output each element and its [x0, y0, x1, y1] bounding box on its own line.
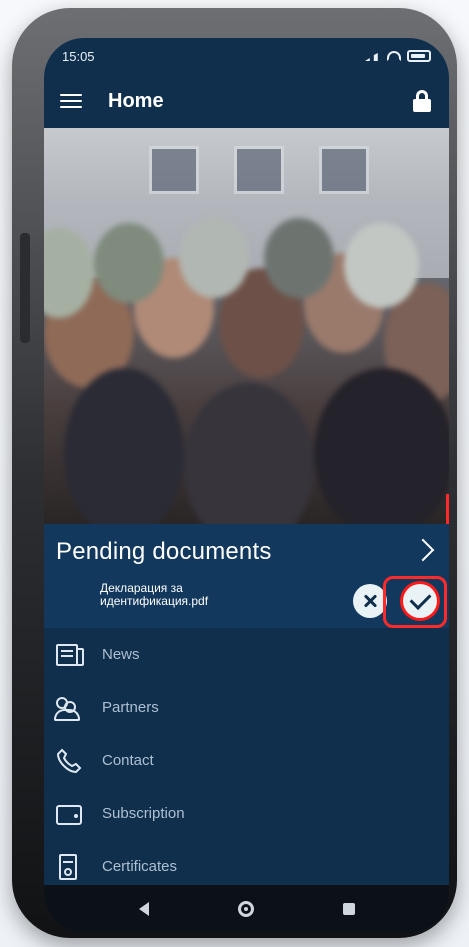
menu-item-label: Partners — [102, 699, 159, 716]
certificate-icon — [54, 852, 84, 882]
news-icon — [54, 640, 84, 670]
battery-icon — [407, 50, 431, 62]
menu-item-partners[interactable]: Partners — [44, 681, 449, 734]
chevron-right-icon[interactable] — [411, 538, 435, 562]
side-button — [20, 233, 30, 343]
app-bar: Home — [44, 74, 449, 128]
wifi-icon — [387, 51, 401, 61]
wallet-icon — [54, 799, 84, 829]
pending-documents-title: Pending documents — [56, 538, 272, 565]
crowd-photo — [44, 198, 449, 524]
approve-highlight-box — [383, 576, 447, 628]
close-icon — [363, 594, 377, 608]
home-icon[interactable] — [237, 901, 254, 917]
partners-icon — [54, 693, 84, 723]
phone-screen: 15:05 Home Pending documents Декларация … — [44, 38, 449, 933]
back-icon[interactable] — [138, 902, 149, 916]
menu-item-label: News — [102, 646, 140, 663]
android-nav-bar — [44, 885, 449, 933]
pending-document-name: Декларация за идентификация.pdf — [100, 582, 290, 608]
signal-icon — [365, 51, 381, 61]
lock-icon[interactable] — [411, 90, 433, 112]
menu-item-label: Contact — [102, 752, 154, 769]
menu-item-news[interactable]: News — [44, 628, 449, 681]
page-title: Home — [108, 89, 164, 112]
menu-item-label: Certificates — [102, 858, 178, 875]
reject-button[interactable] — [353, 584, 387, 618]
document-name-text: Декларация за идентификация.pdf — [100, 581, 209, 608]
phone-icon — [54, 746, 84, 776]
menu-item-label: Subscription — [102, 805, 185, 822]
status-bar: 15:05 — [44, 38, 449, 74]
building-window — [234, 146, 284, 194]
menu-item-subscription[interactable]: Subscription — [44, 787, 449, 840]
status-time: 15:05 — [62, 48, 95, 64]
recent-apps-icon[interactable] — [342, 903, 355, 915]
hamburger-menu-icon[interactable] — [60, 92, 82, 110]
pending-documents-panel[interactable]: Pending documents Декларация за идентифи… — [44, 524, 449, 628]
building-window — [319, 146, 369, 194]
hero-image — [44, 128, 449, 524]
phone-frame: 15:05 Home Pending documents Декларация … — [12, 8, 457, 938]
building-window — [149, 146, 199, 194]
menu-item-contact[interactable]: Contact — [44, 734, 449, 787]
status-icons — [365, 50, 431, 62]
